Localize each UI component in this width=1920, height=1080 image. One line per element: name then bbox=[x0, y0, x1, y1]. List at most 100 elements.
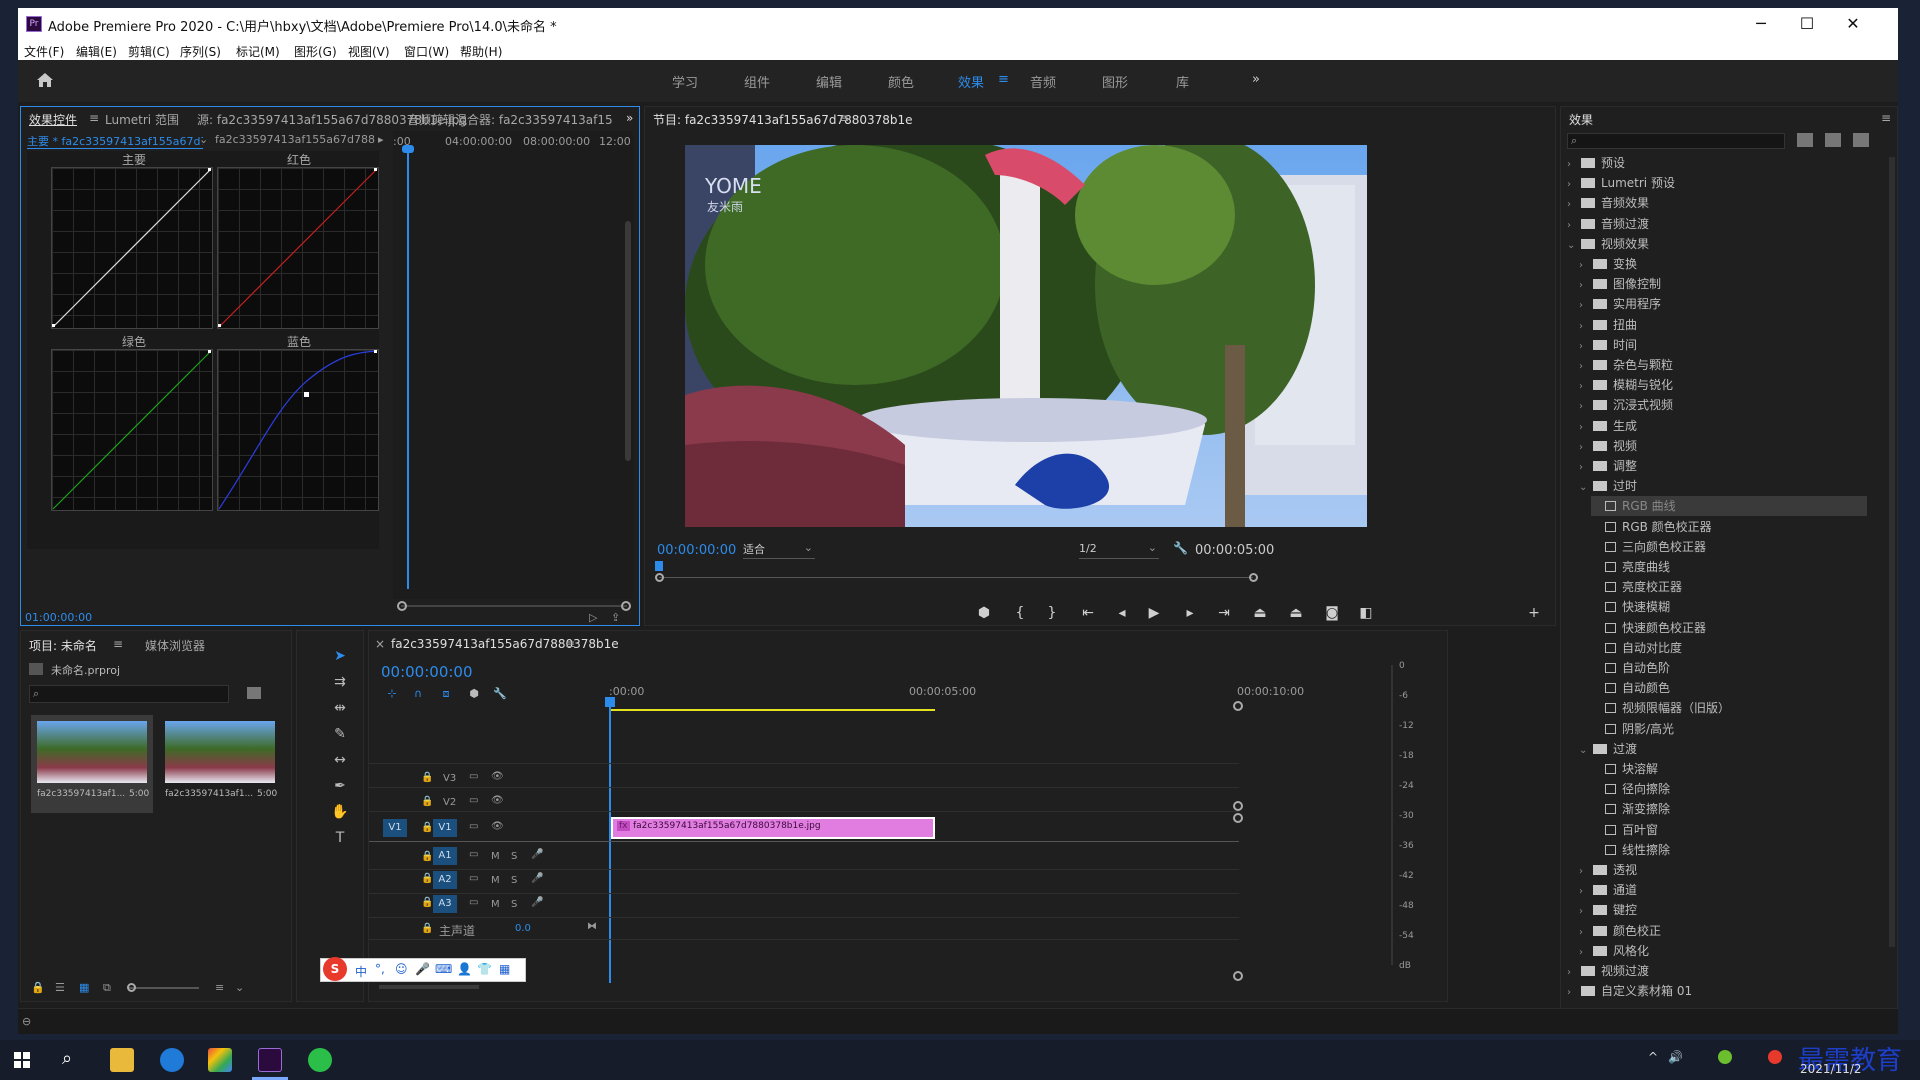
effect-item[interactable]: 自动颜色 bbox=[1591, 678, 1867, 698]
v2-label[interactable]: V2 bbox=[443, 797, 456, 808]
menu-graphics[interactable]: 图形(G) bbox=[294, 43, 337, 60]
menu-file[interactable]: 文件(F) bbox=[24, 43, 64, 60]
app-grid-icon[interactable] bbox=[208, 1048, 232, 1072]
effect-item[interactable]: 块溶解 bbox=[1591, 759, 1867, 779]
a2-solo-button[interactable]: S bbox=[511, 875, 517, 886]
tab-project[interactable]: 项目: 未命名 bbox=[29, 637, 97, 654]
chevron-right-icon[interactable]: › bbox=[1579, 296, 1589, 316]
effects-folder-item[interactable]: › Lumetri 预设 bbox=[1567, 173, 1867, 193]
program-playhead[interactable] bbox=[655, 561, 663, 571]
chevron-down-icon[interactable]: ⌄ bbox=[1567, 236, 1577, 256]
workspace-assembly[interactable]: 组件 bbox=[744, 72, 770, 91]
a3-lock-icon[interactable]: 🔒 bbox=[421, 897, 433, 908]
chevron-right-icon[interactable]: › bbox=[1567, 216, 1577, 236]
sort-icon[interactable]: ≡ bbox=[215, 981, 224, 994]
effect-item[interactable]: 亮度校正器 bbox=[1591, 577, 1867, 597]
timeline-sequence-tab[interactable]: fa2c33597413af155a67d7880378b1e bbox=[391, 637, 619, 651]
timeline-h-scrollbar[interactable] bbox=[379, 985, 479, 989]
work-area-bar[interactable] bbox=[609, 709, 935, 711]
new-bin-icon[interactable] bbox=[247, 687, 261, 699]
freeform-view-icon[interactable]: ⧉ bbox=[103, 981, 111, 995]
a2-lock-icon[interactable]: 🔒 bbox=[421, 873, 433, 884]
go-to-end-icon[interactable]: ⧓ bbox=[587, 921, 597, 932]
tab-effect-controls[interactable]: 效果控件 bbox=[29, 111, 77, 128]
ime-toolbar[interactable]: S 中 °, ☺ 🎤 ⌨ 👤 👕 ▦ bbox=[320, 957, 526, 982]
effect-item[interactable]: 阴影/高光 bbox=[1591, 719, 1867, 739]
effect-item[interactable]: 快速模糊 bbox=[1591, 597, 1867, 617]
panel-menu-icon[interactable]: ≡ bbox=[89, 111, 99, 125]
snap-icon[interactable]: ∩ bbox=[407, 685, 429, 703]
effects-folder-item[interactable]: › 自定义素材箱 01 bbox=[1567, 981, 1867, 1001]
v3-label[interactable]: V3 bbox=[443, 773, 456, 784]
a3-mic-icon[interactable]: 🎤 bbox=[531, 897, 543, 908]
effects-folder-item[interactable]: › 音频过渡 bbox=[1567, 214, 1867, 234]
thumbnail-size-slider[interactable] bbox=[129, 987, 199, 989]
master-curve-graph[interactable] bbox=[51, 167, 213, 329]
wechat-icon[interactable] bbox=[308, 1048, 332, 1072]
chevron-right-icon[interactable]: › bbox=[1579, 276, 1589, 296]
chevron-right-icon[interactable]: › bbox=[1579, 256, 1589, 276]
ec-playhead[interactable] bbox=[407, 149, 409, 589]
menu-sequence[interactable]: 序列(S) bbox=[180, 43, 221, 60]
effects-folder-item[interactable]: ⌄ 视频效果 bbox=[1567, 234, 1867, 254]
workspace-learning[interactable]: 学习 bbox=[672, 72, 698, 91]
effects-folder-item[interactable]: › 视频过渡 bbox=[1567, 961, 1867, 981]
red-curve-graph[interactable] bbox=[217, 167, 379, 329]
master-lock-icon[interactable]: 🔒 bbox=[421, 923, 433, 934]
v2-eye-icon[interactable]: 👁 bbox=[491, 795, 504, 806]
workspace-overflow-button[interactable]: » bbox=[1252, 72, 1260, 87]
v1-lock-icon[interactable]: 🔒 bbox=[421, 822, 433, 833]
program-zoom-left-handle[interactable] bbox=[655, 573, 664, 582]
effects-folder-item[interactable]: › 扭曲 bbox=[1579, 315, 1867, 335]
v1-sync-icon[interactable]: ▭ bbox=[469, 821, 478, 832]
status-indicator-icon[interactable]: ⊖ bbox=[22, 1015, 31, 1028]
ripple-edit-tool-icon[interactable]: ⇹ bbox=[328, 700, 352, 720]
a2-mic-icon[interactable]: 🎤 bbox=[531, 873, 543, 884]
a3-solo-button[interactable]: S bbox=[511, 899, 517, 910]
effect-item[interactable]: 快速颜色校正器 bbox=[1591, 618, 1867, 638]
program-monitor-title[interactable]: 节目: fa2c33597413af155a67d7880378b1e bbox=[653, 111, 913, 128]
effect-item[interactable]: 亮度曲线 bbox=[1591, 557, 1867, 577]
timeline-v-scroll-top[interactable] bbox=[1233, 701, 1243, 711]
icon-view-icon[interactable]: ▦ bbox=[79, 981, 89, 994]
master-clip-selector[interactable]: 主要 * fa2c33597413af155a67d78803... bbox=[27, 133, 203, 149]
chevron-right-icon[interactable]: › bbox=[1579, 317, 1589, 337]
list-view-icon[interactable]: ☰ bbox=[55, 981, 65, 994]
workspace-editing[interactable]: 编辑 bbox=[816, 72, 842, 91]
extract-icon[interactable]: ⏏ bbox=[1286, 605, 1306, 621]
program-zoom-right-handle[interactable] bbox=[1249, 573, 1258, 582]
program-timecode[interactable]: 00:00:00:00 bbox=[657, 543, 736, 558]
master-volume-value[interactable]: 0.0 bbox=[515, 923, 531, 934]
razor-tool-icon[interactable]: ✎ bbox=[328, 726, 352, 746]
ime-emoji-icon[interactable]: ☺ bbox=[395, 962, 408, 976]
play-clip-icon[interactable]: ▸ bbox=[378, 133, 384, 146]
sogou-logo-icon[interactable]: S bbox=[323, 957, 347, 981]
effects-folder-item[interactable]: › 颜色校正 bbox=[1579, 921, 1867, 941]
resolution-dropdown[interactable]: 1/2 ⌄ bbox=[1079, 541, 1159, 559]
chevron-right-icon[interactable]: › bbox=[1567, 175, 1577, 195]
add-marker-icon[interactable]: ⬢ bbox=[974, 605, 994, 621]
ime-language-toggle[interactable]: 中 bbox=[355, 963, 367, 980]
effects-panel-menu-icon[interactable]: ≡ bbox=[1881, 111, 1891, 125]
workspace-libraries[interactable]: 库 bbox=[1176, 72, 1189, 91]
a1-sync-icon[interactable]: ▭ bbox=[469, 849, 478, 860]
green-curve-graph[interactable] bbox=[51, 349, 213, 511]
minimize-button[interactable]: ─ bbox=[1738, 8, 1784, 40]
effects-folder-item[interactable]: › 沉浸式视频 bbox=[1579, 395, 1867, 415]
effects-folder-item[interactable]: › 杂色与颗粒 bbox=[1579, 355, 1867, 375]
effects-folder-item[interactable]: › 透视 bbox=[1579, 860, 1867, 880]
ime-toolbox-icon[interactable]: ▦ bbox=[499, 962, 510, 976]
ec-scrollbar[interactable] bbox=[625, 221, 631, 461]
effects-folder-item[interactable]: › 图像控制 bbox=[1579, 274, 1867, 294]
chevron-right-icon[interactable]: › bbox=[1579, 923, 1589, 943]
menu-help[interactable]: 帮助(H) bbox=[460, 43, 502, 60]
timeline-playhead-handle[interactable] bbox=[605, 697, 615, 707]
file-explorer-icon[interactable] bbox=[110, 1048, 134, 1072]
effect-item[interactable]: 视频限幅器（旧版） bbox=[1591, 698, 1867, 718]
a3-label[interactable]: A3 bbox=[433, 895, 457, 913]
project-search-input[interactable]: ⌕ bbox=[29, 685, 229, 703]
chevron-right-icon[interactable]: › bbox=[1579, 397, 1589, 417]
a3-mute-button[interactable]: M bbox=[491, 899, 500, 910]
effect-item[interactable]: RGB 曲线 bbox=[1591, 496, 1867, 517]
maximize-button[interactable]: ☐ bbox=[1784, 8, 1830, 40]
